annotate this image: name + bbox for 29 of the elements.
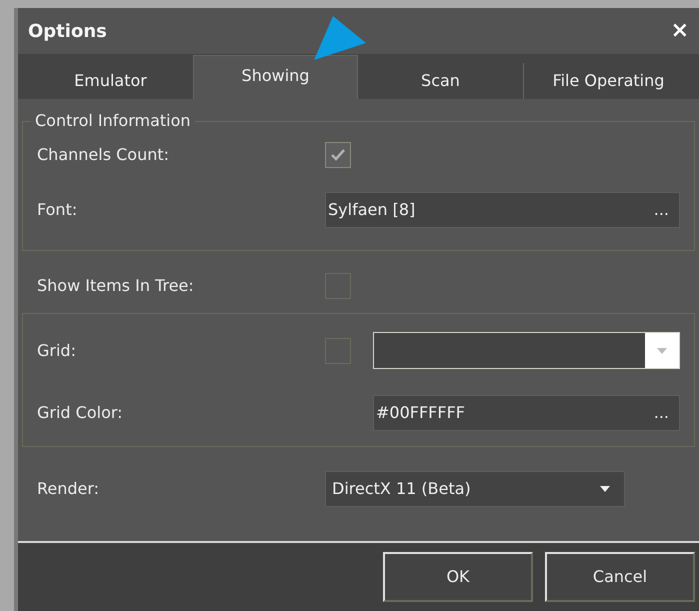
field-value: #00FFFFFF — [376, 402, 465, 424]
caret-icon — [600, 486, 610, 492]
field-value: Sylfaen [8] — [328, 199, 416, 221]
dialog-button[interactable]: Cancel — [545, 552, 695, 602]
dropdown-button[interactable] — [645, 333, 679, 368]
caret-icon — [657, 348, 667, 354]
dialog-button[interactable]: OK — [383, 552, 533, 602]
field-label: Channels Count: — [37, 144, 170, 166]
field-label: Render: — [37, 478, 100, 500]
browse-button[interactable]: ... — [654, 405, 669, 421]
browse-button[interactable]: ... — [654, 202, 669, 218]
field-label: Font: — [37, 199, 78, 221]
font-field[interactable]: Sylfaen [8] ... — [325, 192, 680, 228]
pointer-triangle-icon — [314, 16, 366, 61]
window-title: Options — [28, 20, 107, 44]
check-icon — [330, 148, 346, 162]
tab[interactable]: Emulator — [28, 63, 193, 99]
tab[interactable]: Scan — [358, 63, 523, 99]
tab[interactable]: Showing — [193, 55, 358, 99]
field-label: Grid Color: — [37, 402, 124, 424]
tab[interactable]: File Operating — [523, 63, 693, 99]
render-dropdown[interactable]: DirectX 11 (Beta) — [325, 471, 625, 507]
dropdown-value: DirectX 11 (Beta) — [332, 478, 471, 500]
field-label: Grid: — [37, 340, 77, 362]
close-button[interactable]: × — [670, 20, 689, 42]
grid-dropdown[interactable] — [373, 332, 680, 369]
checkbox[interactable] — [325, 142, 351, 168]
grid-color-field[interactable]: #00FFFFFF ... — [373, 395, 680, 431]
field-label: Show Items In Tree: — [37, 275, 195, 297]
